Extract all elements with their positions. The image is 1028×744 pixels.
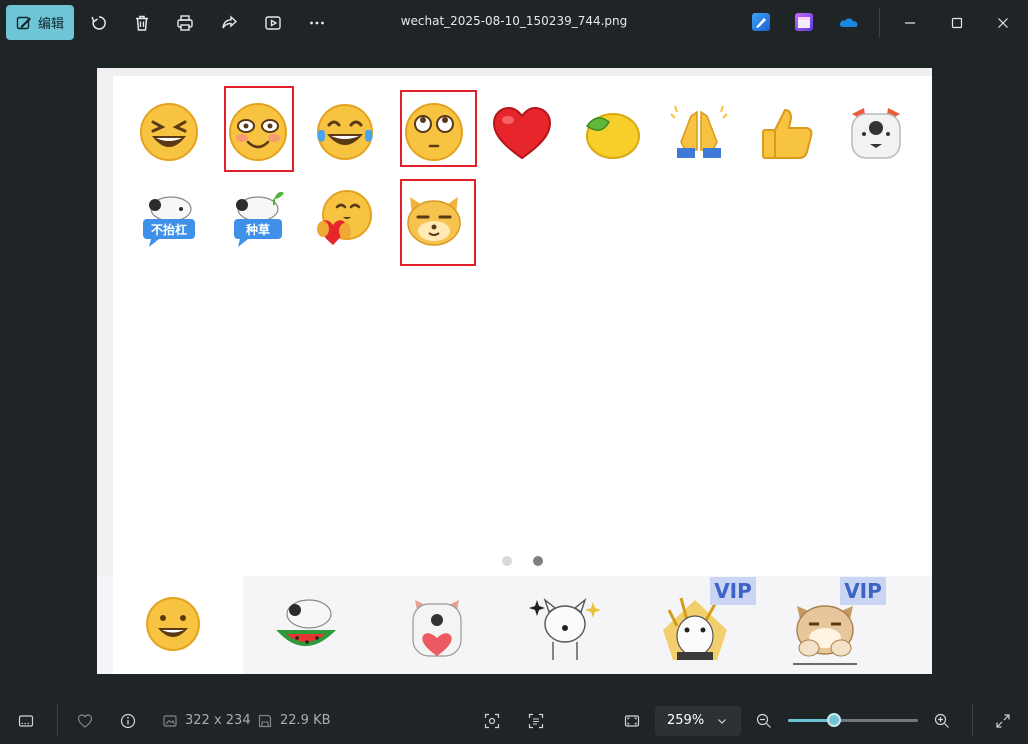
expand-icon [996,714,1010,728]
zoom-slider-thumb[interactable] [826,713,841,727]
rotate-button[interactable] [85,9,113,37]
printer-icon [177,15,193,31]
play-box-icon [265,16,281,30]
cloud-icon [839,18,858,27]
filmstrip-button[interactable] [14,709,38,733]
zoom-in-button[interactable] [930,709,954,733]
fit-screen-icon [624,715,640,727]
delete-button[interactable] [128,9,156,37]
dimensions-icon-wrap [158,709,182,733]
text-scan-icon [528,713,544,729]
minimize-icon [905,22,915,24]
zoom-level-dropdown[interactable]: 259% [655,706,741,736]
print-button[interactable] [171,9,199,37]
edit-button[interactable]: 编辑 [6,5,74,40]
sticker-text: 不抬杠 [151,222,187,237]
zoom-level-text: 259% [667,713,705,728]
hug-heart-face-icon [313,187,377,251]
vip-badge-1: VIP [710,577,756,605]
fit-to-window-button[interactable] [620,709,644,733]
thumbs-up-icon [755,102,819,166]
lemon-icon [579,100,643,164]
top-toolbar: 编辑 wechat_2025-08-10_150239_744.png [0,0,1028,46]
brush-icon [756,18,766,28]
edit-image-icon [16,16,31,29]
onedrive-app-icon[interactable] [838,13,860,31]
grinning-squint-face-icon [137,100,201,164]
more-dots-icon [310,21,324,25]
info-icon [120,713,136,729]
share-button[interactable] [215,9,243,37]
chevron-down-icon [718,719,726,724]
save-disk-icon [258,714,272,728]
favorite-button[interactable] [73,709,97,733]
info-button[interactable] [116,709,140,733]
highlight-box-shiba [400,179,476,266]
cat-sticker-zhong-cao-icon: 种草 [226,187,290,251]
filmstrip-icon [18,715,34,727]
status-divider [57,704,58,736]
image-dimensions: 322 x 234 [185,713,251,728]
scan-icon [484,713,500,729]
file-name-title: wechat_2025-08-10_150239_744.png [400,14,628,28]
fullscreen-button[interactable] [991,709,1015,733]
husky-dog-face-icon [844,100,908,164]
sparkle-cat-sticker-icon[interactable] [527,590,603,666]
red-heart-icon [490,102,554,166]
page-dot-1[interactable] [502,556,512,566]
watermelon-cat-sticker-icon[interactable] [269,590,345,666]
smiley-tab-icon[interactable] [141,592,205,656]
image-canvas[interactable]: 不抬杠 种草 VIP VIP [97,68,932,674]
minimize-button[interactable] [896,9,924,37]
maximize-icon [951,17,963,29]
clapper-icon [798,17,810,28]
file-size: 22.9 KB [280,713,331,728]
trash-icon [136,15,148,31]
slideshow-button[interactable] [259,9,287,37]
panel-top-edge [97,68,932,76]
cat-sticker-bu-tou-hong-icon: 不抬杠 [137,187,201,251]
text-extract-button[interactable] [524,709,548,733]
sticker-tray: VIP VIP [97,576,932,674]
page-dot-2-active[interactable] [533,556,543,566]
rotate-icon [91,16,106,30]
edit-label: 编辑 [37,17,64,32]
zoom-in-icon [934,713,949,728]
more-options-button[interactable] [303,9,331,37]
share-icon [222,15,238,29]
husky-heart-sticker-icon[interactable] [399,590,475,666]
visual-search-button[interactable] [480,709,504,733]
status-divider-right [972,704,973,736]
highlight-box-eye-roll [400,90,477,167]
close-button[interactable] [989,9,1017,37]
vip-badge-2: VIP [840,577,886,605]
toolbar-divider [879,8,880,38]
highlight-box-blushing [224,86,294,172]
tears-of-joy-face-icon [313,100,377,164]
clipchamp-app-icon[interactable] [795,13,813,31]
maximize-button[interactable] [943,9,971,37]
folded-hands-icon [667,102,731,166]
zoom-out-icon [756,713,771,728]
filesize-icon-wrap [253,709,277,733]
sticker-text: 种草 [245,222,270,237]
close-icon [998,18,1008,28]
heart-outline-icon [77,714,93,728]
image-size-icon [163,715,177,727]
zoom-out-button[interactable] [752,709,776,733]
designer-app-icon[interactable] [752,13,770,31]
